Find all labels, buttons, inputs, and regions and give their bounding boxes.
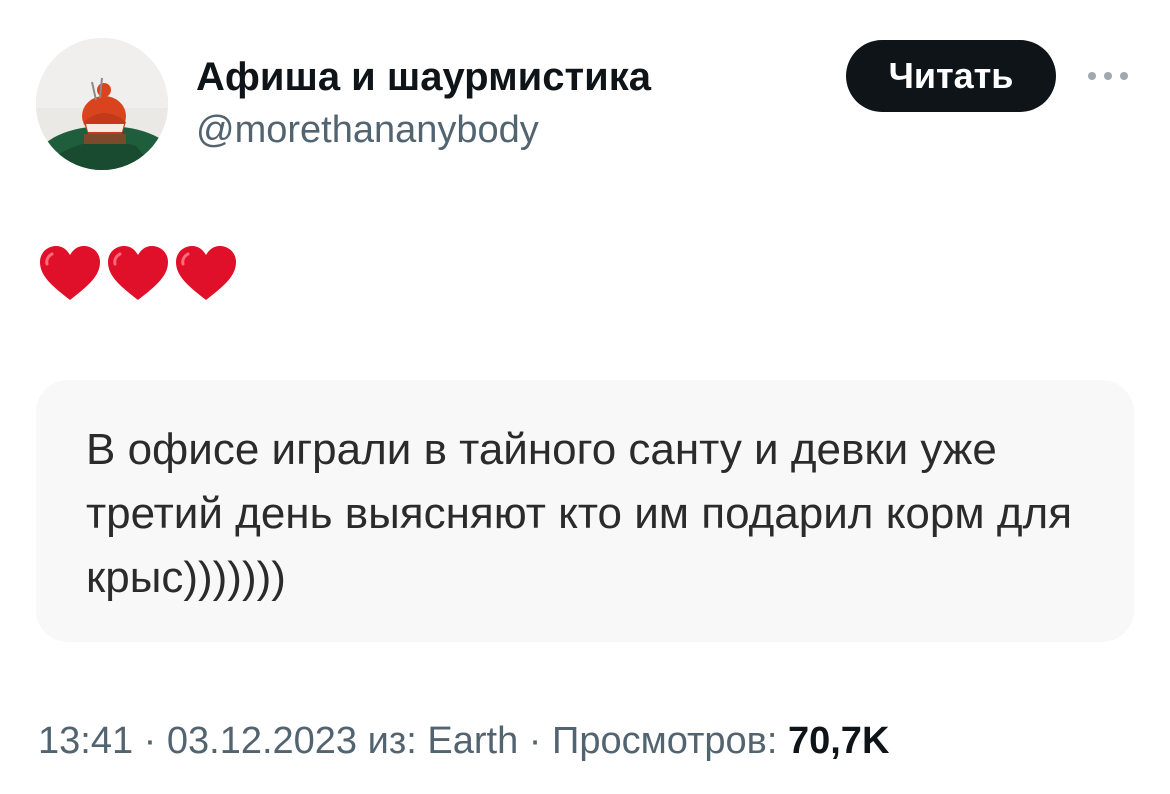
tweet-image-text: В офисе играли в тайного санту и девки у… [86,425,1073,602]
meta-separator: · [133,720,167,762]
red-heart-icon [40,246,100,300]
red-heart-icon [176,246,236,300]
tweet-meta: 13:41 · 03.12.2023 из: Earth · Просмотро… [38,716,889,766]
tweet-source: из: Earth [367,720,519,762]
red-heart-icon [108,246,168,300]
profile-photo-avatar-icon [36,38,168,170]
author-display-name[interactable]: Афиша и шаурмистика [196,52,651,102]
author-handle[interactable]: @morethananybody [196,106,539,154]
author-avatar[interactable] [36,38,168,170]
views-label: Просмотров: [552,720,778,762]
more-options-button[interactable] [1080,56,1136,96]
tweet-date[interactable]: 03.12.2023 [167,720,357,762]
tweet-emoji-row [38,244,238,304]
ellipsis-icon [1088,72,1128,80]
tweet-time[interactable]: 13:41 [38,720,133,762]
follow-button[interactable]: Читать [846,40,1056,112]
views-count[interactable]: 70,7K [788,720,889,762]
meta-separator: · [518,720,552,762]
